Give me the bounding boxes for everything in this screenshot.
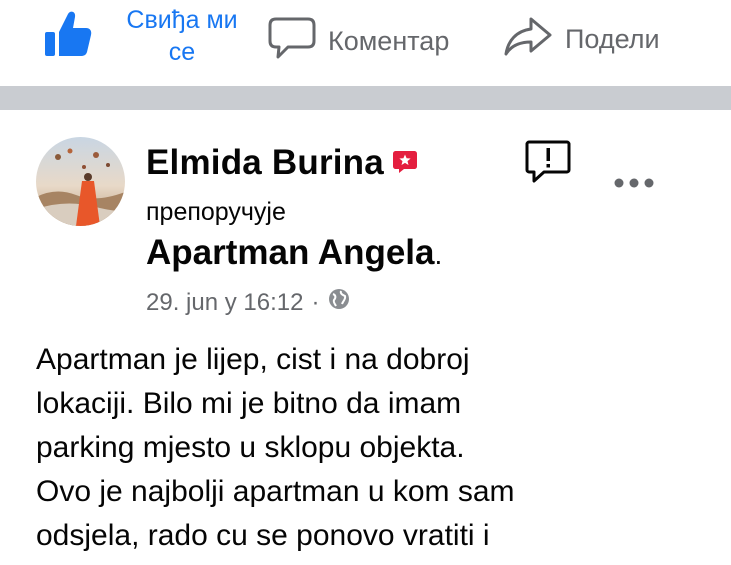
post-body: Apartman je lijep, cist i na dobroj loka… [36, 338, 696, 558]
author-name[interactable]: Elmida Burina [146, 143, 384, 183]
like-button[interactable]: Свиђа ми се [40, 4, 252, 68]
recommends-badge-icon [392, 148, 418, 179]
post-action-bar: Свиђа ми се Коментар Подели [0, 0, 731, 86]
comment-label: Коментар [328, 25, 450, 56]
more-options-icon[interactable] [612, 176, 656, 195]
post-body-line: parking mjesto u sklopu objekta. [36, 431, 465, 464]
comment-bubble-icon [268, 15, 316, 66]
author-line: Elmida Burina [146, 143, 418, 183]
share-label: Подели [565, 23, 660, 54]
post-timestamp[interactable]: 29. jun у 16:12 [146, 289, 303, 317]
post-body-line: lokaciji. Bilo mi je bitno da imam [36, 387, 462, 420]
recommended-page-name[interactable]: Apartman Angela [146, 233, 434, 272]
thumbs-up-icon [40, 6, 94, 67]
meta-separator: · [311, 288, 320, 316]
recommendation-post: Elmida Burina препоручује Apartman Angel… [0, 110, 731, 565]
share-button[interactable]: Подели [503, 15, 660, 62]
page-line: Apartman Angela. [146, 233, 442, 273]
page-suffix: . [434, 239, 443, 270]
share-arrow-icon [503, 15, 553, 62]
avatar[interactable] [36, 137, 125, 226]
post-body-line: Apartman je lijep, cist i na dobroj [36, 343, 470, 376]
post-meta: 29. jun у 16:12 · [146, 287, 351, 318]
post-body-line: Ovo je najbolji apartman u kom sam [36, 475, 515, 508]
recommends-label: препоручује [146, 198, 286, 226]
post-body-line: odsjela, rado cu se ponovo vratiti i [36, 519, 490, 552]
report-icon[interactable] [524, 138, 572, 191]
section-divider [0, 86, 731, 110]
globe-icon [327, 287, 351, 318]
like-label: Свиђа ми се [126, 6, 238, 66]
comment-button[interactable]: Коментар [268, 15, 449, 66]
